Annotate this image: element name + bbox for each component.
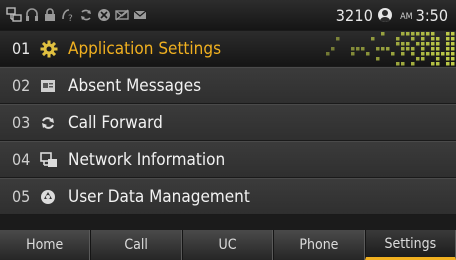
menu-item-absent-messages[interactable]: 02 Absent Messages [0, 67, 456, 104]
menu-item-application-settings[interactable]: 01 Application Settings [0, 30, 456, 67]
menu-item-call-forward[interactable]: 03 Call Forward [0, 104, 456, 141]
missed-call-icon [96, 7, 112, 23]
message-icon [132, 7, 148, 23]
clock-time: 3:50 [415, 5, 448, 25]
user-status-icon [378, 8, 393, 22]
status-bar: ? 3210 AM 3:50 [0, 0, 456, 30]
settings-menu: 01 Application Settings 02 Absent Messag… [0, 30, 456, 215]
softkey-home[interactable]: Home [0, 230, 91, 260]
menu-item-user-data-management[interactable]: 05 User Data Management [0, 178, 456, 215]
softkey-settings[interactable]: Settings [364, 230, 456, 260]
gear-icon [40, 39, 68, 59]
svg-text:?: ? [68, 14, 73, 23]
network-info-icon [40, 150, 68, 170]
menu-item-number: 02 [12, 76, 31, 95]
menu-item-label: Absent Messages [68, 75, 202, 96]
menu-item-number: 04 [12, 150, 31, 169]
menu-item-number: 05 [12, 187, 31, 206]
forward-arrows-icon [40, 113, 68, 133]
menu-item-number: 03 [12, 113, 31, 132]
menu-item-network-information[interactable]: 04 Network Information [0, 141, 456, 178]
menu-item-label: Call Forward [68, 112, 163, 133]
status-right: 3210 AM 3:50 [336, 6, 448, 25]
menu-item-label: Network Information [68, 149, 226, 170]
extension-number: 3210 [335, 5, 374, 25]
menu-item-number: 01 [12, 39, 31, 58]
lock-icon [42, 7, 58, 23]
softkey-call[interactable]: Call [90, 230, 182, 260]
headset-icon [24, 7, 40, 23]
menu-item-label: User Data Management [68, 186, 250, 207]
am-pm-indicator: AM [400, 12, 413, 22]
softkey-phone[interactable]: Phone [273, 230, 365, 260]
forward-icon [78, 7, 94, 23]
menu-item-label: Application Settings [68, 38, 222, 59]
network-icon [6, 7, 22, 23]
status-icons: ? [6, 7, 336, 23]
no-mail-icon [114, 7, 130, 23]
softkey-uc[interactable]: UC [181, 230, 274, 260]
dot-matrix-decoration [326, 32, 455, 66]
user-data-icon [40, 187, 68, 207]
softkey-bar: Home Call UC Phone Settings [0, 230, 456, 260]
message-card-icon [40, 76, 68, 96]
dnd-icon: ? [60, 7, 76, 23]
